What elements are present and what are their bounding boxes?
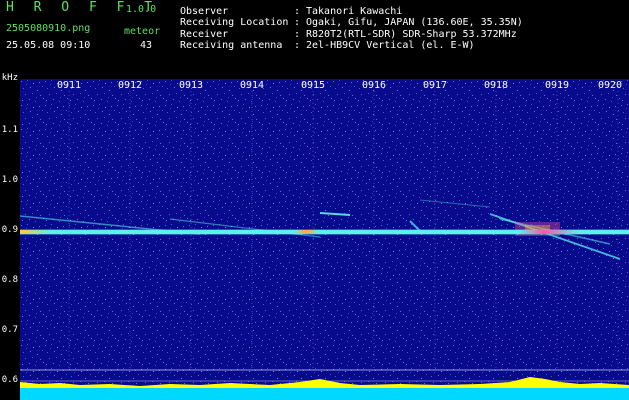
- file-datetime: 25.05.08 09:10: [6, 40, 91, 51]
- y-tick-label: 0.9: [1, 225, 18, 235]
- x-tick-label: 0912: [118, 80, 143, 91]
- info-sep-receiver: :: [294, 29, 307, 40]
- spectrogram: [20, 79, 629, 400]
- info-key-location: Receiving Location: [180, 17, 289, 28]
- x-tick-label: 0920: [598, 80, 623, 91]
- app-version: 1.0.0: [126, 4, 157, 15]
- y-tick-label: 1.0: [1, 175, 18, 185]
- meteor-count: 43: [140, 40, 153, 51]
- info-key-antenna: Receiving antenna: [180, 40, 283, 51]
- info-value-observer: Takanori Kawachi: [306, 6, 403, 17]
- hroft-window: H R O F F T 1.0.0 2505080910.png meteor …: [0, 0, 629, 400]
- carrier-signal: [20, 230, 629, 234]
- info-value-location: Ogaki, Gifu, JAPAN (136.60E, 35.35N): [306, 17, 523, 28]
- signal-level-bar: [20, 388, 629, 400]
- info-sep-observer: :: [294, 6, 307, 17]
- info-key-receiver: Receiver: [180, 29, 229, 40]
- x-tick-label: 0918: [484, 80, 509, 91]
- y-tick-label: 0.6: [1, 375, 18, 385]
- y-unit-label: kHz: [1, 73, 18, 83]
- noise-background: [20, 79, 629, 400]
- x-tick-label: 0911: [57, 80, 82, 91]
- y-tick-label: 0.8: [1, 275, 18, 285]
- info-key-observer: Observer: [180, 6, 229, 17]
- info-sep-antenna: :: [294, 40, 307, 51]
- y-tick-label: 1.1: [1, 125, 18, 135]
- file-name: 2505080910.png: [6, 23, 91, 34]
- x-tick-label: 0917: [423, 80, 448, 91]
- info-sep-location: :: [294, 17, 307, 28]
- x-tick-label: 0913: [179, 80, 204, 91]
- x-tick-label: 0915: [301, 80, 326, 91]
- x-tick-label: 0919: [545, 80, 570, 91]
- x-tick-label: 0914: [240, 80, 265, 91]
- x-tick-label: 0916: [362, 80, 387, 91]
- y-tick-label: 0.7: [1, 325, 18, 335]
- info-value-receiver: R820T2(RTL-SDR) SDR-Sharp 53.372MHz: [306, 29, 517, 40]
- info-value-antenna: 2el-HB9CV Vertical (el. E-W): [306, 40, 475, 51]
- meteor-label: meteor: [124, 26, 161, 37]
